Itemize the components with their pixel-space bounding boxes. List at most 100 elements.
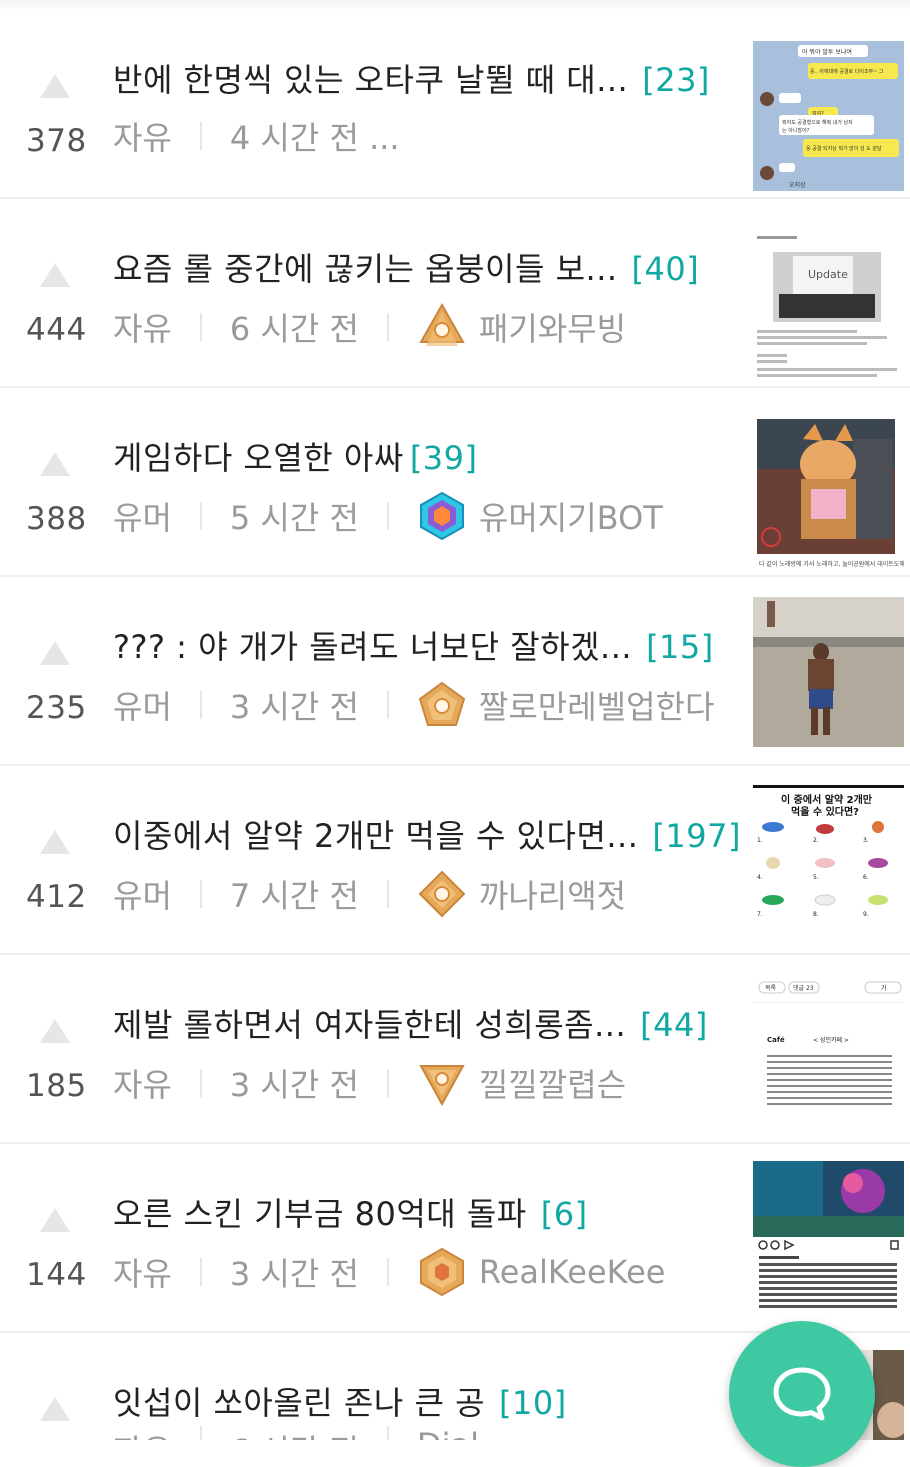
diamond-rank-icon — [418, 870, 466, 918]
image-caption: 다 같이 노래방에 가서 노래하고, 놀이공원에서 데이트도해보 — [759, 560, 904, 568]
image-caption: 댓글 23 — [793, 984, 814, 992]
comment-count: [10] — [499, 1384, 567, 1422]
post-meta: 유머 3 시간 전 짤로만레벨업한다 — [113, 680, 714, 730]
upvote-arrow-icon[interactable] — [40, 452, 70, 476]
category-label: 유머 — [113, 499, 172, 537]
triangle-rank-icon — [419, 302, 465, 346]
author-name[interactable]: 유머지기BOT — [479, 493, 663, 539]
upvote-arrow-icon[interactable] — [40, 263, 70, 287]
author-name[interactable]: Dial — [417, 1426, 479, 1440]
post-meta: 자유 4 시간 전 ... — [113, 113, 400, 159]
author-name[interactable]: 까나리액젓 — [479, 871, 626, 917]
post-thumbnail[interactable]: 다 같이 노래방에 가서 노래하고, 놀이공원에서 데이트도해보 — [753, 419, 904, 569]
post-thumbnail[interactable]: 이 중에서 알약 2개만 먹을 수 있다면? 1. 2. 3. 4. 5. 6.… — [753, 785, 904, 935]
post-thumbnail[interactable]: Update — [753, 230, 904, 380]
post-title[interactable]: 게임하다 오열한 아싸 [39] — [113, 433, 478, 479]
cafe-screenshot-image: 목록 댓글 23 가 Café < 성인카페 > — [753, 970, 904, 1120]
post-row[interactable]: 388 게임하다 오열한 아싸 [39] 유머 5 시간 전 유머지기BOT 다 같… — [0, 389, 910, 577]
post-meta: 유머 7 시간 전 까나리액젓 — [113, 869, 626, 919]
post-meta: 유머 5 시간 전 유머지기BOT — [113, 491, 663, 541]
post-thumbnail[interactable]: 목록 댓글 23 가 Café < 성인카페 > — [753, 970, 904, 1120]
post-title[interactable]: 이중에서 알약 2개만 먹을 수 있다면... [197] — [113, 811, 741, 857]
time-label: 7 시간 전 — [229, 877, 359, 915]
comment-count: [44] — [640, 1006, 708, 1044]
post-title[interactable]: ??? : 야 개가 돌려도 너보단 잘하겠... [15] — [113, 622, 714, 668]
divider — [199, 502, 202, 530]
upvote-arrow-icon[interactable] — [40, 1019, 70, 1043]
chat-line: 뭐야도 공결형으로 해줘 내가 남자 — [782, 119, 853, 126]
time-label: 3 시간 전 — [229, 1066, 359, 1104]
upvote-arrow-icon[interactable] — [40, 1397, 70, 1421]
pill-label: 7. — [757, 911, 763, 918]
divider — [199, 122, 202, 150]
divider — [199, 313, 202, 341]
image-caption: 목록 — [765, 985, 777, 992]
image-caption: Update — [808, 268, 848, 281]
vote-count: 412 — [26, 879, 87, 915]
post-thumbnail[interactable] — [753, 597, 904, 747]
pill-label: 2. — [813, 837, 819, 844]
divider — [386, 880, 389, 908]
comment-count: [39] — [409, 439, 478, 477]
post-title[interactable]: 잇섭이 쏘아올린 존나 큰 공 [10] — [113, 1378, 567, 1424]
pentagon-rank-icon — [418, 681, 466, 726]
divider — [386, 502, 389, 530]
chat-line: 응.. 아에대애 공결로 다이조부~ 그 — [810, 68, 884, 75]
post-row[interactable]: 378 반에 한명씩 있는 오타쿠 날뛸 때 대... [23] 자유 4 시간 전… — [0, 11, 910, 199]
post-row[interactable]: 235 ??? : 야 개가 돌려도 너보단 잘하겠... [15] 유머 3 시간… — [0, 578, 910, 766]
post-meta: 자유 3 시간 전 RealKeeKee — [113, 1247, 665, 1297]
chat-line: 오지상 — [789, 181, 806, 189]
author-name[interactable]: 짤로만레벨업한다 — [479, 682, 715, 728]
author-name[interactable]: 패기와무빙 — [479, 304, 626, 350]
divider — [386, 691, 389, 719]
pill-label: 9. — [863, 911, 869, 918]
chat-line: 응 공결 되지상 뭐가 많이 성 도 같달 — [806, 145, 882, 152]
post-title[interactable]: 오른 스킨 기부금 80억대 돌파 [6] — [113, 1189, 588, 1235]
vote-count: 144 — [26, 1257, 87, 1293]
pill-label: 8. — [813, 911, 819, 918]
post-title-text: 이중에서 알약 2개만 먹을 수 있다면... — [113, 817, 639, 855]
post-title[interactable]: 반에 한명씩 있는 오타쿠 날뛸 때 대... [23] — [113, 55, 710, 101]
post-row[interactable]: 444 요즘 롤 중간에 끊키는 옵붕이들 보... [40] 자유 6 시간 전 … — [0, 200, 910, 388]
post-row[interactable]: 144 오른 스킨 기부금 80억대 돌파 [6] 자유 3 시간 전 RealKe… — [0, 1145, 910, 1333]
divider — [386, 313, 389, 341]
image-caption: < 성인카페 > — [813, 1036, 849, 1044]
upvote-arrow-icon[interactable] — [40, 1208, 70, 1232]
time-label: 6 시간 전 — [229, 310, 359, 348]
post-meta: 자유 6 시간 전 Dial — [113, 1426, 479, 1440]
divider — [199, 1426, 202, 1440]
post-thumbnail[interactable]: 어 뭐야 말투 보냐여 응.. 아에대애 공결로 다이조부~ 그 뭐야? 뭐야도… — [753, 41, 904, 191]
category-label: 자유 — [113, 310, 172, 348]
category-label: 유머 — [113, 877, 172, 915]
post-title[interactable]: 요즘 롤 중간에 끊키는 옵붕이들 보... [40] — [113, 244, 699, 290]
divider — [199, 1258, 202, 1286]
post-title[interactable]: 제발 롤하면서 여자들한테 성희롱좀... [44] — [113, 1000, 708, 1046]
divider — [199, 691, 202, 719]
chat-line: 어 뭐야 말투 보냐여 — [802, 48, 852, 56]
article-image: Update — [753, 230, 904, 380]
image-caption: 먹을 수 있다면? — [791, 805, 859, 818]
post-title-text: 게임하다 오열한 아싸 — [113, 439, 404, 477]
skin-art-image — [753, 1161, 904, 1311]
upvote-arrow-icon[interactable] — [40, 641, 70, 665]
divider — [386, 1426, 389, 1440]
post-meta: 자유 6 시간 전 패기와무빙 — [113, 302, 626, 352]
author-name[interactable]: RealKeeKee — [479, 1253, 666, 1291]
divider — [199, 880, 202, 908]
post-thumbnail[interactable] — [753, 1161, 904, 1311]
image-caption: 이 중에서 알약 2개만 — [781, 793, 873, 806]
hexagon-rank-icon — [419, 491, 464, 541]
time-label: 3 시간 전 — [229, 688, 359, 726]
post-row[interactable]: 185 제발 롤하면서 여자들한테 성희롱좀... [44] 자유 3 시간 전 낄… — [0, 956, 910, 1144]
game-screenshot-image: 다 같이 노래방에 가서 노래하고, 놀이공원에서 데이트도해보 — [757, 419, 904, 569]
post-title-text: 요즘 롤 중간에 끊키는 옵붕이들 보... — [113, 250, 618, 288]
category-label: 유머 — [113, 688, 172, 726]
author-name[interactable]: 낄낄깔렵슨 — [479, 1060, 626, 1106]
upvote-arrow-icon[interactable] — [40, 830, 70, 854]
upvote-arrow-icon[interactable] — [40, 74, 70, 98]
pill-label: 1. — [757, 837, 763, 844]
post-row[interactable]: 412 이중에서 알약 2개만 먹을 수 있다면... [197] 유머 7 시간 … — [0, 767, 910, 955]
post-title-text: 잇섭이 쏘아올린 존나 큰 공 — [113, 1384, 486, 1422]
chat-fab-button[interactable] — [729, 1321, 875, 1467]
comment-count: [6] — [540, 1195, 588, 1233]
